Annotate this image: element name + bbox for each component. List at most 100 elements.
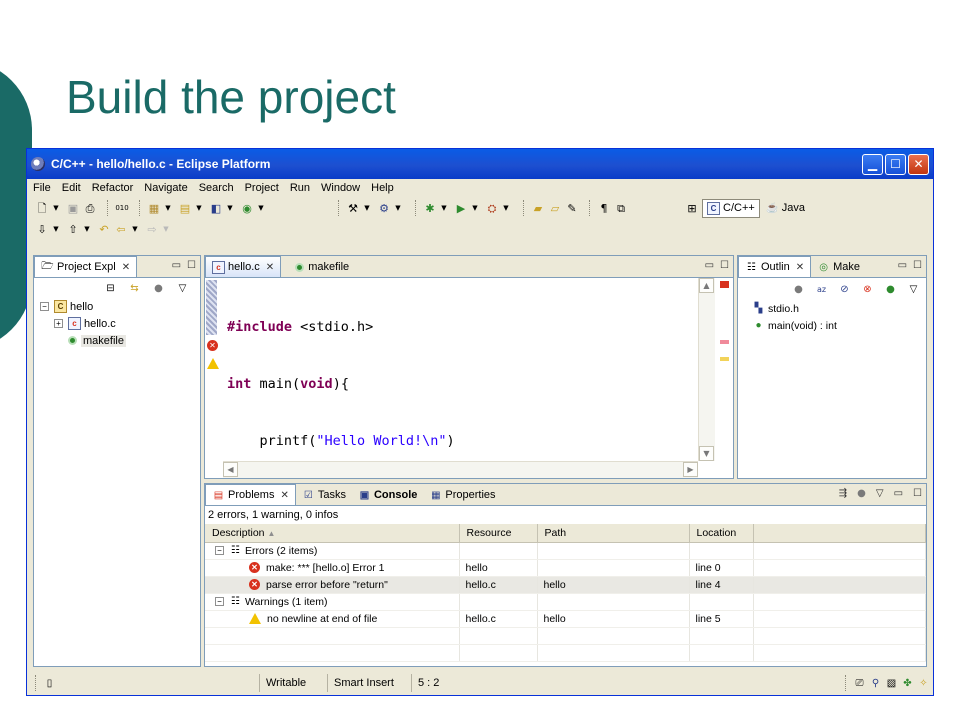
tab-project-explorer[interactable]: 🗁 Project Expl ✕ <box>34 256 138 277</box>
goto-icon[interactable]: ⇶ <box>839 488 847 499</box>
new-class-icon[interactable]: ◧ <box>209 201 223 215</box>
save-icon[interactable]: ▣ <box>66 201 80 215</box>
menu-project[interactable]: Project <box>245 182 279 194</box>
debug-icon[interactable]: ✱ <box>423 201 437 215</box>
last-edit-icon[interactable]: ↶ <box>97 222 111 236</box>
open-perspective-icon[interactable]: ⊞ <box>685 201 699 215</box>
collapse-all-icon[interactable]: ⊟ <box>104 282 117 295</box>
column-path[interactable]: Path <box>537 524 690 543</box>
prev-annotation-dropdown-icon[interactable]: ▼ <box>83 222 91 236</box>
filter-icon[interactable]: ● <box>857 488 866 499</box>
minimize-view-icon[interactable]: ▭ <box>172 260 181 271</box>
tab-makefile[interactable]: makefile <box>281 257 355 277</box>
menu-window[interactable]: Window <box>321 182 360 194</box>
open-type-icon[interactable]: ▰ <box>531 201 545 215</box>
collapse-icon[interactable]: − <box>40 302 49 311</box>
hide-nonpublic-icon[interactable]: ⊗ <box>861 283 874 296</box>
hint-icon[interactable]: ✧ <box>917 677 930 690</box>
close-button[interactable]: ✕ <box>908 153 929 175</box>
tree-item-makefile[interactable]: makefile <box>40 332 200 349</box>
minimize-view-icon[interactable]: ▭ <box>705 260 714 271</box>
fast-view-icon[interactable]: ▯ <box>43 677 56 690</box>
menu-edit[interactable]: Edit <box>62 182 81 194</box>
tab-console[interactable]: ▣ Console <box>352 485 423 505</box>
maximize-button[interactable]: ☐ <box>885 153 906 175</box>
progress-icon[interactable]: ⎚ <box>853 677 866 690</box>
scroll-up-icon[interactable]: ▲ <box>699 278 714 293</box>
collapse-icon[interactable]: − <box>215 546 224 555</box>
menu-run[interactable]: Run <box>290 182 310 194</box>
column-resource[interactable]: Resource <box>459 524 538 543</box>
new-folder-icon[interactable]: ▤ <box>178 201 192 215</box>
run-dropdown-icon[interactable]: ▼ <box>471 201 479 215</box>
column-location[interactable]: Location <box>689 524 754 543</box>
hide-fields-icon[interactable]: ● <box>792 283 805 296</box>
plugin-icon[interactable]: ✤ <box>901 677 914 690</box>
next-annotation-icon[interactable]: ⇩ <box>35 222 49 236</box>
warning-overview-marker[interactable] <box>720 357 729 361</box>
close-icon[interactable]: ✕ <box>266 262 274 273</box>
debug-dropdown-icon[interactable]: ▼ <box>440 201 448 215</box>
external-tools-dropdown-icon[interactable]: ▼ <box>502 201 510 215</box>
print-icon[interactable]: ⎙ <box>83 201 97 215</box>
perspective-java-button[interactable]: ☕ Java <box>766 202 805 215</box>
new-folder-dropdown-icon[interactable]: ▼ <box>195 201 203 215</box>
view-menu-icon[interactable]: ▽ <box>876 488 884 499</box>
outline-item-main[interactable]: ● main(void) : int <box>738 317 926 334</box>
menu-navigate[interactable]: Navigate <box>144 182 187 194</box>
show-whitespace-icon[interactable]: ¶ <box>597 201 611 215</box>
table-row[interactable]: no newline at end of file hello.c hello … <box>205 610 926 628</box>
external-tools-icon[interactable]: ⛭ <box>485 201 499 215</box>
binary-icon[interactable]: 010 <box>115 201 129 215</box>
perspective-cpp-button[interactable]: C C/C++ <box>702 198 760 218</box>
maximize-view-icon[interactable]: ☐ <box>187 260 196 271</box>
tree-item-hello-c[interactable]: + c hello.c <box>40 315 200 332</box>
search-flashlight-icon[interactable]: ✎ <box>565 201 579 215</box>
collapse-icon[interactable]: − <box>215 597 224 606</box>
table-row[interactable]: ✕ make: *** [hello.o] Error 1 hello line … <box>205 559 926 577</box>
tab-outline[interactable]: ☷ Outlin ✕ <box>738 256 812 277</box>
maximize-view-icon[interactable]: ☐ <box>720 260 729 271</box>
maximize-view-icon[interactable]: ☐ <box>913 260 922 271</box>
editor-body[interactable]: ✕ #include <stdio.h> int main(void){ pri… <box>205 278 733 565</box>
toggle-block-icon[interactable]: ⧉ <box>614 201 628 215</box>
new-class-dropdown-icon[interactable]: ▼ <box>226 201 234 215</box>
minimize-view-icon[interactable]: ▭ <box>898 260 907 271</box>
forward-icon[interactable]: ⇨ <box>145 222 159 236</box>
build-dropdown-icon[interactable]: ▼ <box>363 201 371 215</box>
link-editor-icon[interactable]: ⇆ <box>128 282 141 295</box>
tab-hello-c[interactable]: c hello.c ✕ <box>205 256 282 277</box>
close-icon[interactable]: ✕ <box>280 490 288 501</box>
outline-item-include[interactable]: ▚ stdio.h <box>738 300 926 317</box>
table-row[interactable]: ✕ parse error before "return" hello.c hel… <box>205 576 926 594</box>
back-dropdown-icon[interactable]: ▼ <box>131 222 139 236</box>
column-description[interactable]: Description ▲ <box>205 524 460 543</box>
editor-vertical-scrollbar[interactable]: ▲ ▼ <box>698 278 715 461</box>
error-overview-marker[interactable] <box>720 281 729 288</box>
open-folder-icon[interactable]: ▱ <box>548 201 562 215</box>
menu-file[interactable]: File <box>33 182 51 194</box>
close-icon[interactable]: ✕ <box>122 262 130 273</box>
new-icon[interactable]: 🗋 <box>35 201 49 215</box>
prev-annotation-icon[interactable]: ⇧ <box>66 222 80 236</box>
build-target-icon[interactable]: ⚙ <box>377 201 391 215</box>
view-menu-icon[interactable]: ▽ <box>907 283 920 296</box>
maximize-view-icon[interactable]: ☐ <box>913 488 922 499</box>
build-hammer-icon[interactable]: ⚒ <box>346 201 360 215</box>
table-row[interactable]: − ☷ Warnings (1 item) <box>205 593 926 611</box>
scroll-left-icon[interactable]: ◀ <box>223 462 238 477</box>
build-target-dropdown-icon[interactable]: ▼ <box>394 201 402 215</box>
close-icon[interactable]: ✕ <box>796 262 804 273</box>
new-dropdown-icon[interactable]: ▼ <box>52 201 60 215</box>
error-overview-marker[interactable] <box>720 340 729 344</box>
new-project-icon[interactable]: ▦ <box>147 201 161 215</box>
tree-item-hello[interactable]: − C hello <box>40 298 200 315</box>
image-icon[interactable]: ▧ <box>885 677 898 690</box>
tab-properties[interactable]: ▦ Properties <box>423 485 501 505</box>
hide-members-icon[interactable]: ● <box>884 283 897 296</box>
scroll-right-icon[interactable]: ▶ <box>683 462 698 477</box>
new-type-dropdown-icon[interactable]: ▼ <box>257 201 265 215</box>
sort-icon[interactable]: az <box>815 283 828 296</box>
menu-help[interactable]: Help <box>371 182 394 194</box>
forward-dropdown-icon[interactable]: ▼ <box>162 222 170 236</box>
